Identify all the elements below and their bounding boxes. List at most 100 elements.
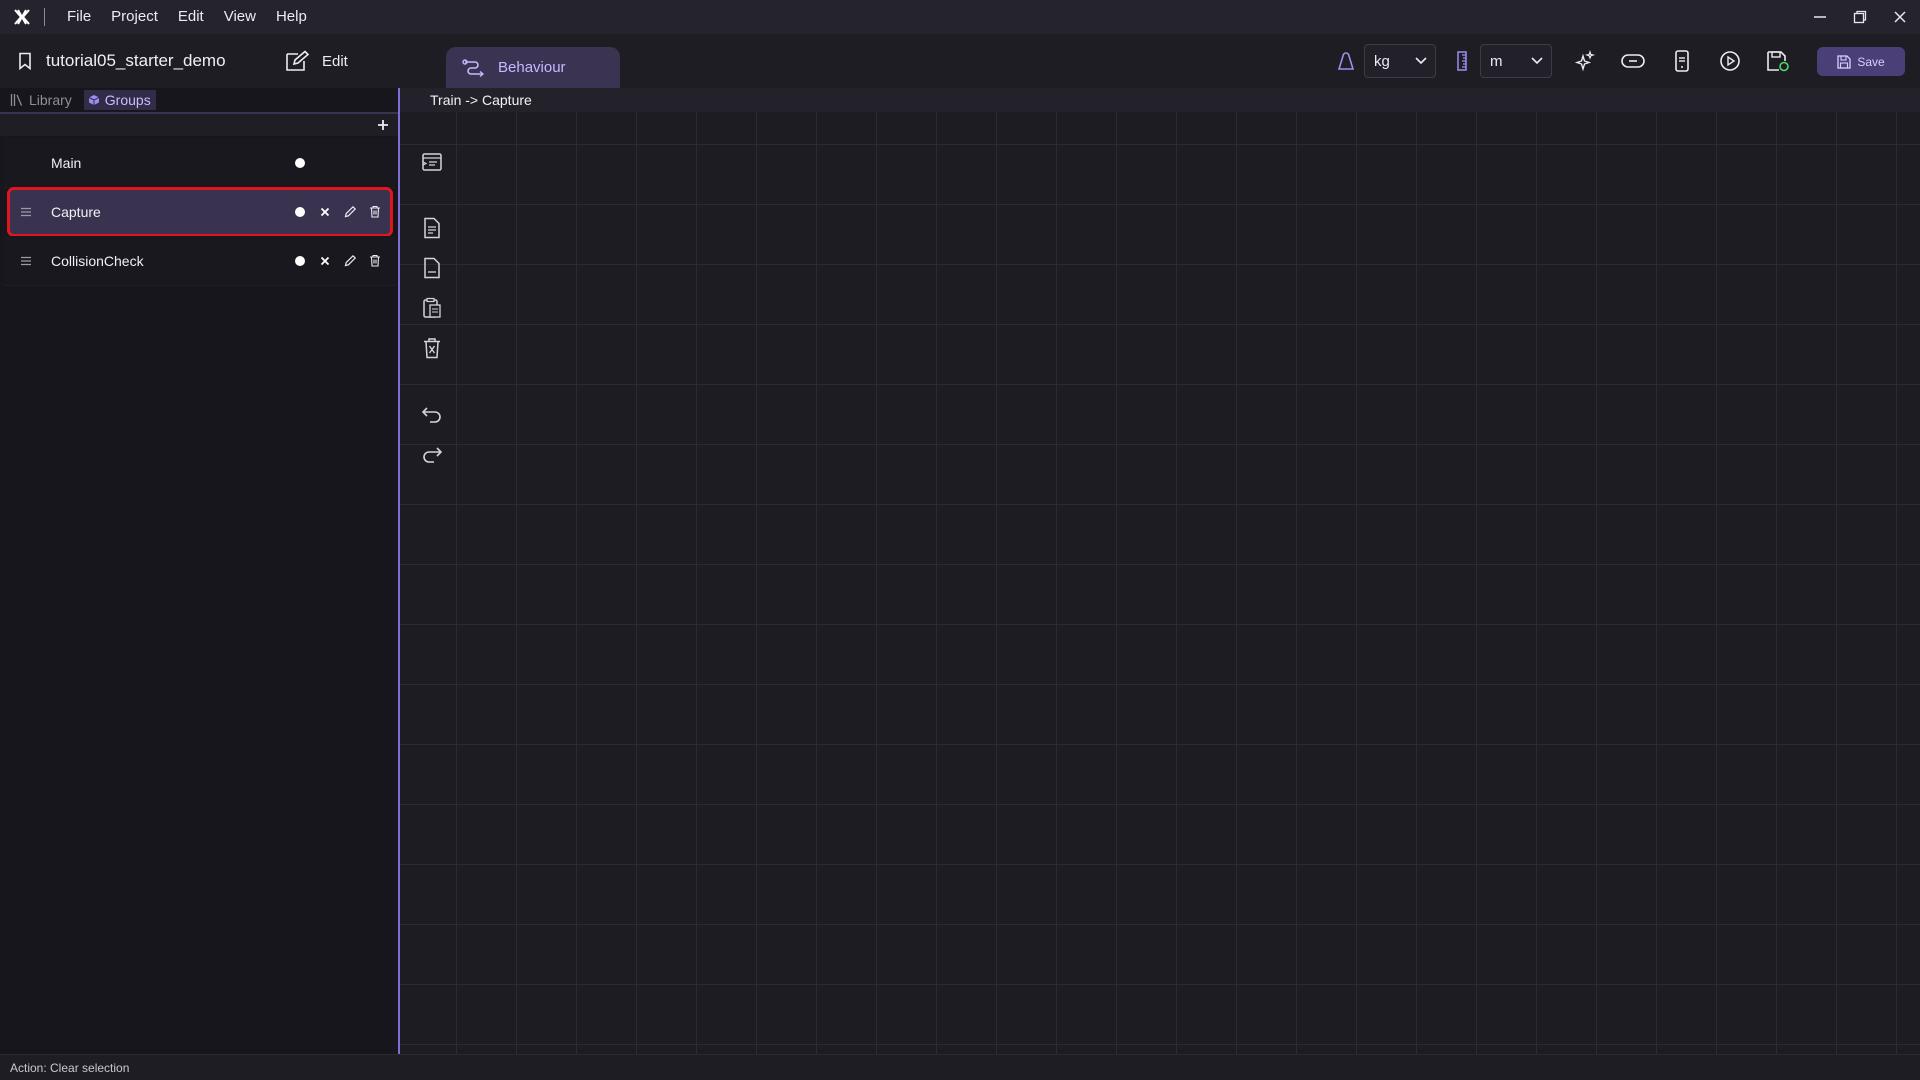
add-node-button[interactable] [416,146,448,178]
main-toolbar: tutorial05_starter_demo Edit Behaviour k… [0,34,1920,88]
status-text: Action: Clear selection [10,1060,130,1075]
chevron-down-icon [1415,57,1427,65]
node-editor-icon [422,153,442,171]
tab-groups[interactable]: Groups [83,90,156,110]
edit-project-button[interactable]: Edit [284,34,348,88]
delete-group-button[interactable] [368,254,382,268]
row-actions [293,156,318,170]
group-row-collisioncheck[interactable]: CollisionCheck [4,236,396,286]
group-row-main[interactable]: Main [4,138,396,188]
close-group-button[interactable] [318,254,332,268]
delete-node-button[interactable] [416,332,448,364]
edit-icon [286,50,310,71]
device-button[interactable] [1668,47,1696,75]
menu-project[interactable]: Project [101,0,168,34]
clipboard-icon [423,297,441,318]
group-name: Main [51,154,82,171]
row-actions [293,254,393,268]
gamepad-icon [1621,54,1645,68]
new-document-button[interactable] [416,212,448,244]
save-button[interactable]: Save [1817,47,1905,76]
trash-icon [370,254,380,267]
behaviour-canvas[interactable]: Train -> Capture [400,88,1920,1054]
plus-icon [378,120,388,130]
paste-button[interactable] [416,292,448,324]
close-icon [320,256,330,265]
phone-icon [1675,50,1689,72]
panel-tabs: Library Groups [0,90,156,110]
document-icon [424,217,440,239]
play-icon [1720,51,1740,71]
behaviour-tab-label: Behaviour [498,59,566,76]
delete-group-button[interactable] [368,205,382,219]
window-controls [1800,0,1920,34]
ruler-icon [1450,44,1474,78]
tab-library[interactable]: Library [6,90,76,110]
save-and-sync-button[interactable] [1764,47,1792,75]
minimize-icon [1814,16,1826,18]
drag-handle-icon[interactable] [20,255,32,267]
close-group-button[interactable] [318,205,332,219]
project-name: tutorial05_starter_demo [46,51,226,70]
tab-groups-label: Groups [104,92,151,108]
copy-button[interactable] [416,252,448,284]
close-icon [1894,11,1906,23]
drag-handle-icon[interactable] [20,206,32,218]
restore-icon [1853,10,1867,24]
tab-behaviour[interactable]: Behaviour [446,47,620,88]
length-unit-select[interactable]: m [1480,44,1552,78]
play-button[interactable] [1716,47,1744,75]
menu-help[interactable]: Help [266,0,317,34]
mass-unit-select[interactable]: kg [1364,44,1436,78]
sparkle-icon [1574,50,1596,72]
dot-icon [295,255,305,266]
minimize-button[interactable] [1800,0,1840,34]
breadcrumb-bar: Train -> Capture [400,88,1920,112]
redo-icon [423,447,443,463]
group-name: Capture [51,203,101,220]
copy-icon [424,257,440,279]
undo-button[interactable] [416,398,448,430]
restore-button[interactable] [1840,0,1880,34]
menu-view[interactable]: View [214,0,266,34]
group-name: CollisionCheck [51,252,144,269]
rename-group-button[interactable] [343,254,357,268]
pencil-icon [344,254,356,267]
magic-sparkle-button[interactable] [1571,47,1599,75]
save-label: Save [1857,54,1885,69]
dot-icon [295,206,305,217]
groups-toolbar [0,114,398,136]
close-window-button[interactable] [1880,0,1920,34]
rename-group-button[interactable] [343,205,357,219]
active-indicator-button[interactable] [293,156,307,170]
chevron-down-icon [1531,57,1543,65]
pencil-icon [344,205,356,218]
menu-file[interactable]: File [57,0,101,34]
flow-icon [462,58,485,77]
add-group-button[interactable] [374,116,392,134]
controller-button[interactable] [1619,47,1647,75]
breadcrumb: Train -> Capture [430,92,532,108]
groups-panel: Library Groups Main Capture CollisionChe… [0,88,398,1054]
cube-icon [88,95,100,105]
close-icon [320,207,330,216]
bookmark-icon [19,52,31,70]
weight-icon [1334,44,1358,78]
floppy-icon [1837,54,1851,69]
active-indicator-button[interactable] [293,205,307,219]
save-sync-icon [1767,51,1789,72]
group-list: Main Capture CollisionCheck [4,138,396,286]
project-title-block: tutorial05_starter_demo [18,34,226,88]
group-row-capture[interactable]: Capture [7,187,393,237]
active-indicator-button[interactable] [293,254,307,268]
undo-icon [421,407,441,423]
library-icon [10,94,23,106]
menu-separator [44,8,45,26]
redo-button[interactable] [416,438,448,470]
unit-selectors: kg m [1334,44,1552,78]
tab-library-label: Library [29,92,72,108]
edit-label: Edit [322,52,348,70]
mass-unit-value: kg [1374,52,1390,70]
menu-edit[interactable]: Edit [168,0,214,34]
trash-icon [370,205,380,218]
